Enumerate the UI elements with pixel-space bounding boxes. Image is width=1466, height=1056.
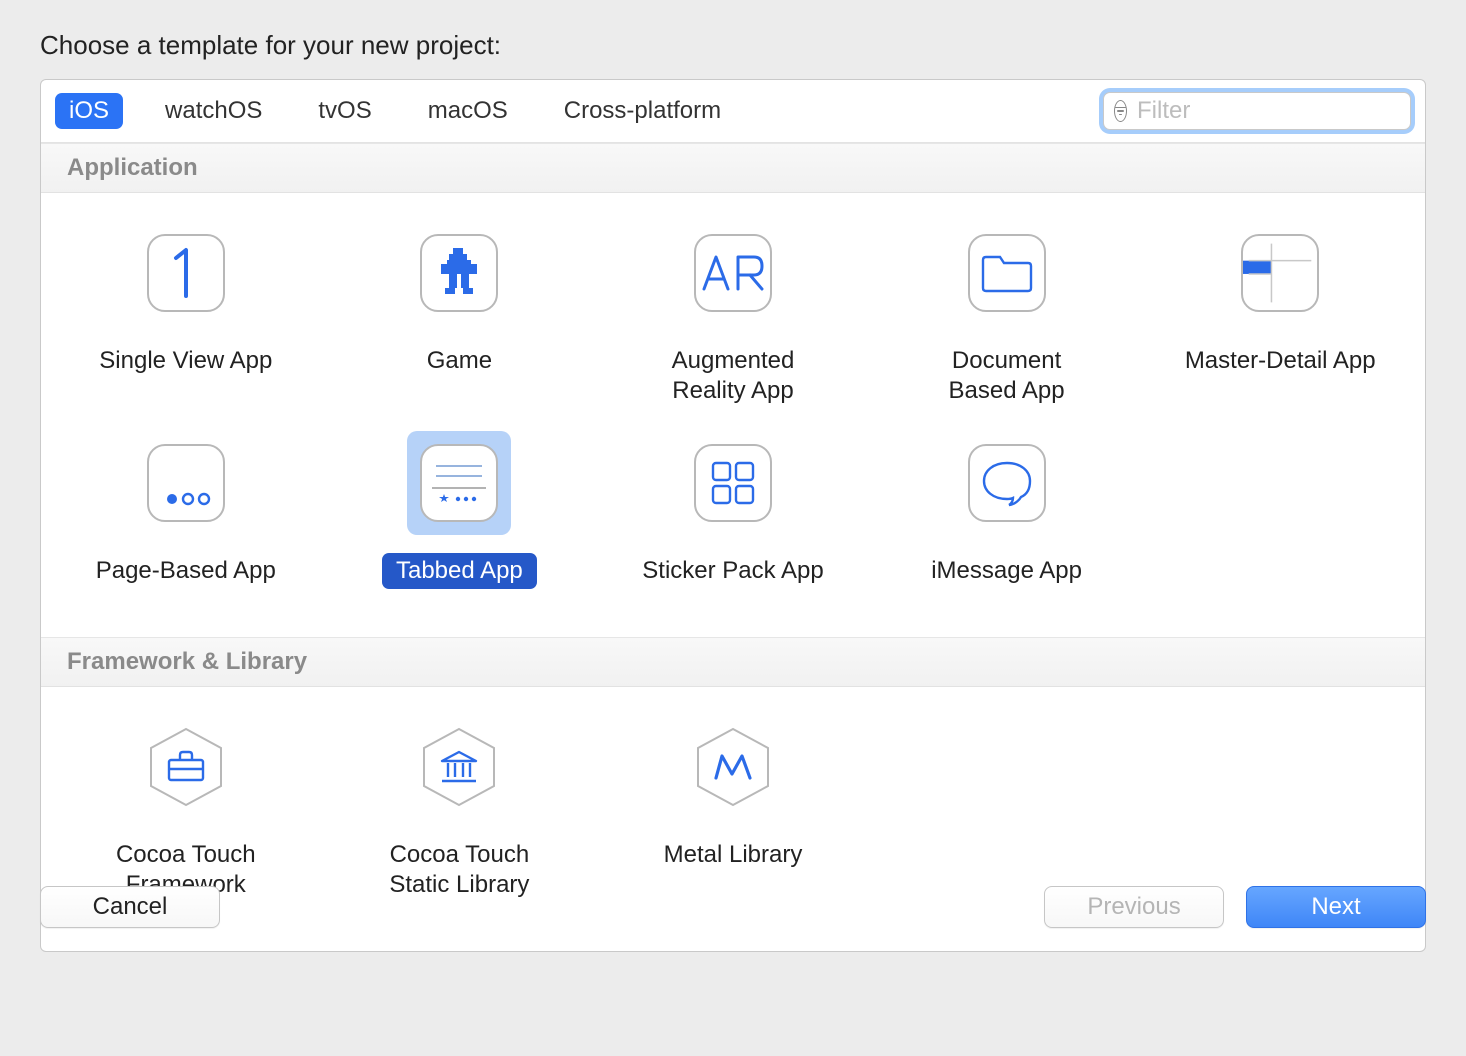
- template-label: Game: [413, 343, 506, 379]
- template-single-view[interactable]: Single View App: [49, 217, 323, 427]
- ar-icon: [694, 234, 772, 312]
- tab-tvos[interactable]: tvOS: [304, 93, 385, 129]
- dialog-footer: Cancel Previous Next: [40, 886, 1426, 928]
- single-view-icon: [147, 234, 225, 312]
- template-panel: iOS watchOS tvOS macOS Cross-platform Ap…: [40, 79, 1426, 952]
- grid-icon: [694, 444, 772, 522]
- template-label: Document Based App: [935, 343, 1079, 409]
- platform-tabbar: iOS watchOS tvOS macOS Cross-platform: [41, 80, 1425, 143]
- section-header-application: Application: [41, 143, 1425, 193]
- page-dots-icon: [147, 444, 225, 522]
- template-master-detail[interactable]: Master-Detail App: [1143, 217, 1417, 427]
- tab-ios[interactable]: iOS: [55, 93, 123, 129]
- section-header-framework: Framework & Library: [41, 637, 1425, 687]
- tab-bar-icon: [420, 444, 498, 522]
- template-game[interactable]: Game: [323, 217, 597, 427]
- template-imessage[interactable]: iMessage App: [870, 427, 1144, 607]
- master-detail-icon: [1241, 234, 1319, 312]
- game-icon: [420, 234, 498, 312]
- template-page-based[interactable]: Page-Based App: [49, 427, 323, 607]
- previous-button[interactable]: Previous: [1044, 886, 1224, 928]
- template-label: Page-Based App: [82, 553, 290, 589]
- briefcase-icon: [145, 726, 227, 808]
- template-ar[interactable]: Augmented Reality App: [596, 217, 870, 427]
- template-document[interactable]: Document Based App: [870, 217, 1144, 427]
- filter-input[interactable]: [1137, 97, 1426, 125]
- tab-crossplatform[interactable]: Cross-platform: [550, 93, 735, 129]
- tab-macos[interactable]: macOS: [414, 93, 522, 129]
- tab-watchos[interactable]: watchOS: [151, 93, 276, 129]
- template-label: iMessage App: [917, 553, 1096, 589]
- template-label: Single View App: [85, 343, 286, 379]
- template-label: Metal Library: [650, 837, 817, 873]
- folder-icon: [968, 234, 1046, 312]
- template-tabbed[interactable]: Tabbed App: [323, 427, 597, 607]
- filter-field[interactable]: [1103, 92, 1411, 130]
- section-body-application: Single View App: [41, 193, 1425, 637]
- filter-icon: [1114, 100, 1127, 122]
- columns-icon: [418, 726, 500, 808]
- template-sticker[interactable]: Sticker Pack App: [596, 427, 870, 607]
- metal-m-icon: [692, 726, 774, 808]
- dialog-title: Choose a template for your new project:: [40, 30, 1426, 61]
- speech-bubble-icon: [968, 444, 1046, 522]
- template-label: Master-Detail App: [1171, 343, 1390, 379]
- template-label: Sticker Pack App: [628, 553, 837, 589]
- template-label: Tabbed App: [382, 553, 537, 589]
- next-button[interactable]: Next: [1246, 886, 1426, 928]
- template-label: Augmented Reality App: [658, 343, 809, 409]
- cancel-button[interactable]: Cancel: [40, 886, 220, 928]
